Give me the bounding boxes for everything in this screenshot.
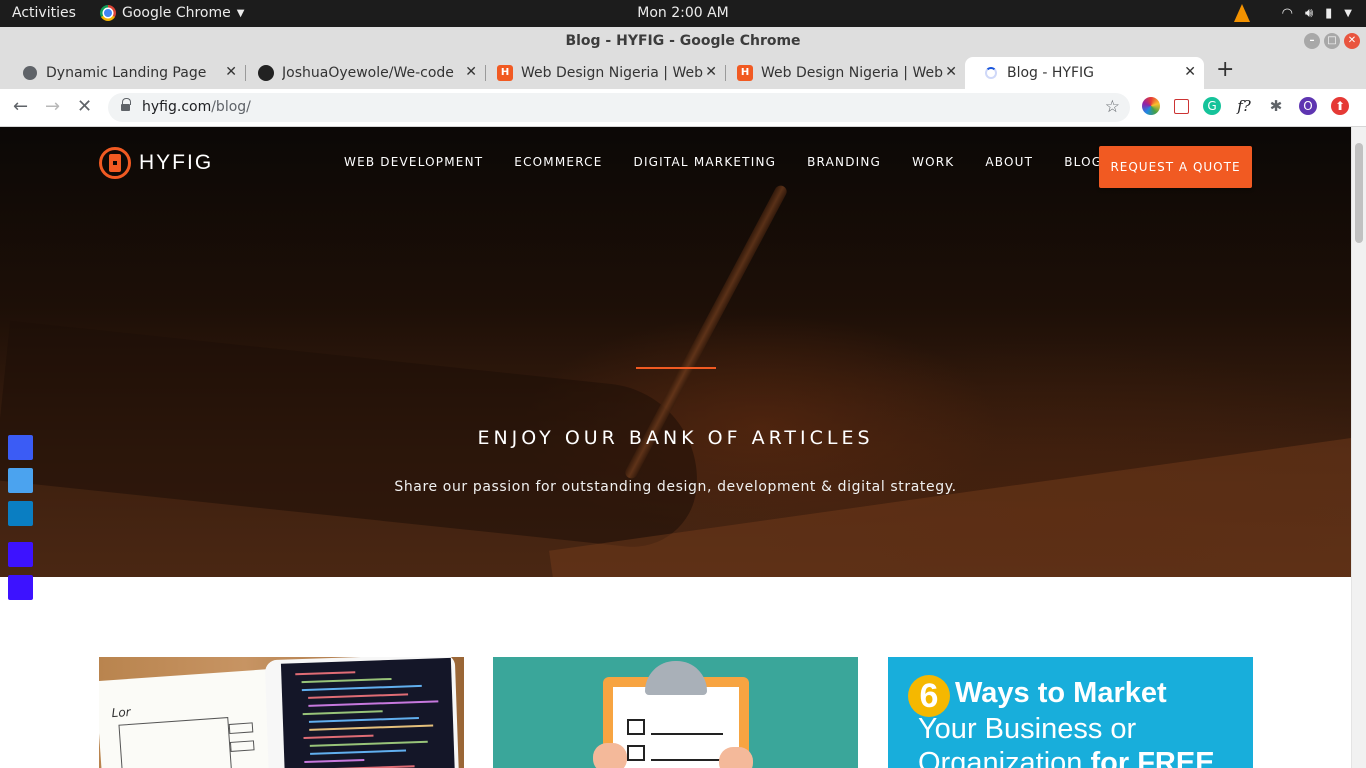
window-title-bar: Blog - HYFIG - Google Chrome – □ ✕ bbox=[0, 27, 1366, 55]
tab-label: Web Design Nigeria | Web bbox=[761, 65, 943, 81]
close-tab-icon[interactable]: ✕ bbox=[705, 64, 717, 80]
tab-label: Dynamic Landing Page bbox=[46, 65, 207, 81]
hero-divider bbox=[636, 367, 716, 369]
puzzle-extensions-icon[interactable]: ✱ bbox=[1267, 97, 1285, 115]
browser-toolbar: ← → ✕ hyfig.com/blog/ ☆ G f? ✱ O ⬆ bbox=[0, 89, 1366, 127]
update-icon[interactable]: ⬆ bbox=[1331, 97, 1349, 115]
tab-github[interactable]: JoshuaOyewole/We-code ✕ bbox=[240, 57, 485, 89]
chrome-icon bbox=[100, 5, 116, 21]
formula-extension-icon[interactable]: f? bbox=[1235, 97, 1253, 115]
forward-button[interactable]: → bbox=[45, 96, 60, 117]
chevron-down-icon: ▼ bbox=[1344, 7, 1352, 19]
blog-card-checklist[interactable] bbox=[493, 657, 858, 768]
tab-web-design-nigeria-1[interactable]: H Web Design Nigeria | Web ✕ bbox=[480, 57, 725, 89]
url-text[interactable]: hyfig.com/blog/ bbox=[142, 93, 251, 122]
hand-image bbox=[593, 743, 627, 768]
grammarly-extension-icon[interactable]: G bbox=[1203, 97, 1221, 115]
maximize-button[interactable]: □ bbox=[1324, 33, 1340, 49]
close-tab-icon[interactable]: ✕ bbox=[225, 64, 237, 80]
card-title-line: Organization for FREE bbox=[918, 747, 1215, 768]
loading-spinner-icon bbox=[985, 67, 997, 79]
hero-subtitle: Share our passion for outstanding design… bbox=[394, 479, 957, 495]
hyfig-favicon-icon: H bbox=[737, 65, 753, 81]
close-window-button[interactable]: ✕ bbox=[1344, 33, 1360, 49]
share-button[interactable] bbox=[8, 542, 33, 567]
number-badge: 6 bbox=[908, 675, 950, 717]
vlc-icon[interactable] bbox=[1233, 4, 1250, 22]
hyfig-favicon-icon: H bbox=[497, 65, 513, 81]
system-tray[interactable]: ◠ 🔊︎ ▮ ▼ bbox=[1233, 4, 1352, 22]
nav-ecommerce[interactable]: ECOMMERCE bbox=[514, 155, 602, 169]
main-navigation: WEB DEVELOPMENT ECOMMERCE DIGITAL MARKET… bbox=[344, 155, 1133, 169]
close-tab-icon[interactable]: ✕ bbox=[465, 64, 477, 80]
hand-image bbox=[719, 747, 753, 768]
share-facebook-button[interactable] bbox=[8, 435, 33, 460]
back-button[interactable]: ← bbox=[13, 96, 28, 117]
hero-section: HYFIG WEB DEVELOPMENT ECOMMERCE DIGITAL … bbox=[0, 127, 1351, 577]
card-title-line: Ways to Market bbox=[955, 677, 1167, 709]
volume-icon: 🔊︎ bbox=[1304, 5, 1314, 21]
nav-blog[interactable]: BLOG bbox=[1064, 155, 1102, 169]
window-title: Blog - HYFIG - Google Chrome bbox=[565, 33, 801, 49]
hyfig-logo-icon bbox=[99, 147, 131, 179]
chevron-down-icon: ▼ bbox=[236, 7, 245, 19]
lock-icon[interactable] bbox=[121, 98, 131, 113]
app-menu[interactable]: Google Chrome ▼ bbox=[100, 5, 244, 21]
request-quote-button[interactable]: REQUEST A QUOTE bbox=[1099, 146, 1252, 188]
minimize-button[interactable]: – bbox=[1304, 33, 1320, 49]
tab-label: Blog - HYFIG bbox=[1007, 65, 1095, 81]
hero-title: ENJOY OUR BANK OF ARTICLES bbox=[477, 427, 874, 449]
activities-button[interactable]: Activities bbox=[12, 5, 76, 21]
page-viewport: HYFIG WEB DEVELOPMENT ECOMMERCE DIGITAL … bbox=[0, 127, 1366, 768]
calendar-extension-icon[interactable] bbox=[1174, 98, 1189, 114]
new-tab-button[interactable]: + bbox=[1216, 57, 1234, 82]
color-picker-extension-icon[interactable] bbox=[1142, 97, 1160, 115]
logo-text: HYFIG bbox=[139, 151, 214, 174]
app-menu-label: Google Chrome bbox=[122, 5, 231, 21]
battery-icon: ▮ bbox=[1325, 5, 1333, 21]
tab-web-design-nigeria-2[interactable]: H Web Design Nigeria | Web ✕ bbox=[720, 57, 965, 89]
address-bar[interactable]: hyfig.com/blog/ ☆ bbox=[108, 93, 1130, 122]
code-tablet-image bbox=[264, 657, 460, 768]
share-twitter-button[interactable] bbox=[8, 468, 33, 493]
checkbox-icon bbox=[627, 745, 645, 761]
globe-icon bbox=[23, 66, 37, 80]
checkbox-icon bbox=[627, 719, 645, 735]
share-linkedin-button[interactable] bbox=[8, 501, 33, 526]
tab-dynamic-landing-page[interactable]: Dynamic Landing Page ✕ bbox=[0, 57, 245, 89]
card-title-line: Your Business or bbox=[918, 713, 1137, 745]
clock[interactable]: Mon 2:00 AM bbox=[637, 5, 729, 21]
system-top-bar: Activities Google Chrome ▼ Mon 2:00 AM ◠… bbox=[0, 0, 1366, 27]
github-icon bbox=[258, 65, 274, 81]
clipboard-clip-icon bbox=[645, 661, 707, 695]
tab-blog-hyfig[interactable]: Blog - HYFIG ✕ bbox=[965, 57, 1204, 89]
blog-card-web-development[interactable]: Lor bbox=[99, 657, 464, 768]
wifi-icon: ◠ bbox=[1281, 5, 1293, 21]
bookmark-star-icon[interactable]: ☆ bbox=[1105, 93, 1120, 122]
close-tab-icon[interactable]: ✕ bbox=[1184, 64, 1196, 80]
blog-card-market-for-free[interactable]: 6 Ways to Market Your Business or Organi… bbox=[888, 657, 1253, 768]
share-button[interactable] bbox=[8, 575, 33, 600]
tab-label: Web Design Nigeria | Web bbox=[521, 65, 703, 81]
nav-digital-marketing[interactable]: DIGITAL MARKETING bbox=[634, 155, 777, 169]
tab-strip: Dynamic Landing Page ✕ JoshuaOyewole/We-… bbox=[0, 55, 1366, 89]
wireframe-sketch-image: Lor bbox=[99, 669, 278, 768]
nav-web-development[interactable]: WEB DEVELOPMENT bbox=[344, 155, 483, 169]
close-tab-icon[interactable]: ✕ bbox=[945, 64, 957, 80]
extensions-area: G f? ✱ O ⬆ bbox=[1142, 97, 1349, 115]
profile-avatar[interactable]: O bbox=[1299, 97, 1317, 115]
tab-label: JoshuaOyewole/We-code bbox=[282, 65, 454, 81]
nav-about[interactable]: ABOUT bbox=[985, 155, 1033, 169]
site-logo[interactable]: HYFIG bbox=[99, 147, 213, 179]
scrollbar-thumb[interactable] bbox=[1355, 143, 1363, 243]
nav-work[interactable]: WORK bbox=[912, 155, 954, 169]
nav-branding[interactable]: BRANDING bbox=[807, 155, 881, 169]
page-scrollbar[interactable] bbox=[1351, 127, 1366, 768]
stop-loading-button[interactable]: ✕ bbox=[77, 96, 92, 117]
